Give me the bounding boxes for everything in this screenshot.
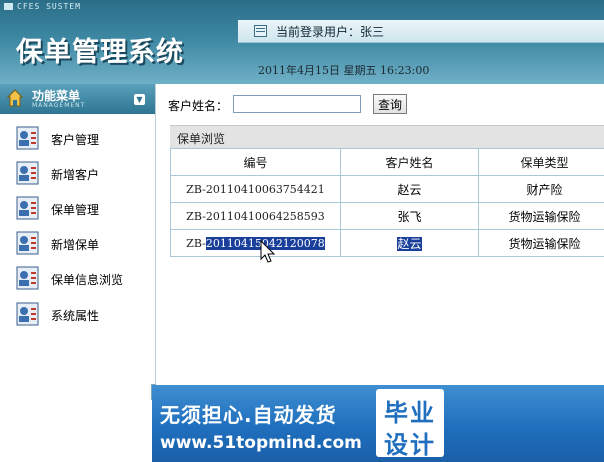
datetime-display: 2011年4月15日 星期五 16:23:00 bbox=[258, 64, 430, 77]
app-header: CFES SUSTEM 保单管理系统 当前登录用户：张三 2011年4月15日 … bbox=[0, 0, 604, 84]
sidebar-item-system-properties[interactable]: 系统属性 bbox=[16, 302, 146, 328]
menu-subtitle: MANAGEMENT bbox=[32, 102, 86, 109]
column-header-customer-name: 客户姓名 bbox=[340, 148, 479, 176]
banner-badge: 毕业 设计 bbox=[376, 389, 444, 459]
policy-browse-panel-header: 保单浏览 bbox=[170, 125, 604, 148]
customer-name-input[interactable] bbox=[233, 95, 361, 113]
banner-slogan: 无须担心.自动发货 bbox=[160, 403, 337, 427]
badge-line1: 毕业 bbox=[384, 399, 436, 427]
sidebar-item-label: 新增客户 bbox=[51, 168, 100, 182]
column-header-id: 编号 bbox=[170, 148, 341, 176]
policy-id-cell: ZB-20110410064258593 bbox=[170, 202, 341, 230]
customer-name-cell: 赵云 bbox=[340, 175, 479, 203]
person-card-icon bbox=[16, 266, 39, 290]
banner-url: www.51topmind.com bbox=[160, 433, 362, 453]
user-info-bar: 当前登录用户：张三 bbox=[238, 20, 604, 43]
customer-name-selected: 赵云 bbox=[397, 236, 422, 251]
policy-id: 20110410064258593 bbox=[205, 210, 325, 223]
sidebar-item-label: 保单信息浏览 bbox=[51, 273, 124, 287]
sidebar-item-label: 客户管理 bbox=[51, 133, 100, 147]
current-user-label: 当前登录用户：张三 bbox=[276, 25, 385, 39]
policy-id-cell: ZB-20110415042120078 bbox=[170, 229, 341, 257]
promo-banner: 无须担心.自动发货 www.51topmind.com 毕业 设计 bbox=[152, 385, 604, 462]
table-row[interactable]: ZB-20110410064258593 张飞 货物运输保险 bbox=[170, 202, 604, 230]
policy-type-cell: 财产险 bbox=[478, 175, 604, 203]
system-tag: CFES SUSTEM bbox=[4, 2, 81, 11]
sidebar-item-label: 新增保单 bbox=[51, 238, 100, 252]
person-card-icon bbox=[16, 231, 39, 255]
sidebar-item-customer-management[interactable]: 客户管理 bbox=[16, 126, 146, 152]
home-icon bbox=[7, 89, 23, 107]
policy-type-cell: 货物运输保险 bbox=[478, 229, 604, 257]
search-button[interactable]: 查询 bbox=[373, 94, 407, 114]
table-row[interactable]: ZB-20110410063754421 赵云 财产险 bbox=[170, 175, 604, 203]
mouse-cursor-icon bbox=[260, 240, 276, 263]
policy-type-cell: 货物运输保险 bbox=[478, 202, 604, 230]
policy-id: 20110410063754421 bbox=[205, 183, 325, 196]
customer-name-label: 客户姓名： bbox=[168, 99, 229, 113]
panel-title: 保单浏览 bbox=[177, 132, 226, 146]
person-card-icon bbox=[16, 161, 39, 185]
person-card-icon bbox=[16, 196, 39, 220]
window-icon bbox=[254, 25, 267, 37]
policy-table: 编号 客户姓名 保单类型 ZB-20110410063754421 赵云 财产险… bbox=[170, 148, 604, 257]
badge-line2: 设计 bbox=[384, 431, 436, 459]
person-card-icon bbox=[16, 126, 39, 150]
menu-header: 功能菜单 MANAGEMENT ▼ bbox=[0, 84, 155, 114]
policy-id-cell: ZB-20110410063754421 bbox=[170, 175, 341, 203]
person-card-icon bbox=[16, 302, 39, 326]
sidebar-item-add-customer[interactable]: 新增客户 bbox=[16, 161, 146, 187]
table-row[interactable]: ZB-20110415042120078 赵云 货物运输保险 bbox=[170, 229, 604, 257]
sidebar-item-label: 保单管理 bbox=[51, 203, 100, 217]
sidebar-item-label: 系统属性 bbox=[51, 309, 100, 323]
sidebar: 功能菜单 MANAGEMENT ▼ 客户管理 新增客户 保单管理 新增保单 保单… bbox=[0, 84, 156, 462]
collapse-icon[interactable]: ▼ bbox=[134, 94, 145, 105]
table-header-row: 编号 客户姓名 保单类型 bbox=[170, 148, 604, 176]
customer-name-cell: 张飞 bbox=[340, 202, 479, 230]
column-header-policy-type: 保单类型 bbox=[478, 148, 604, 176]
customer-name-cell: 赵云 bbox=[340, 229, 479, 257]
sidebar-item-add-policy[interactable]: 新增保单 bbox=[16, 231, 146, 257]
app-title: 保单管理系统 bbox=[16, 37, 184, 68]
sidebar-item-policy-management[interactable]: 保单管理 bbox=[16, 196, 146, 222]
sidebar-item-policy-browse[interactable]: 保单信息浏览 bbox=[16, 266, 146, 292]
